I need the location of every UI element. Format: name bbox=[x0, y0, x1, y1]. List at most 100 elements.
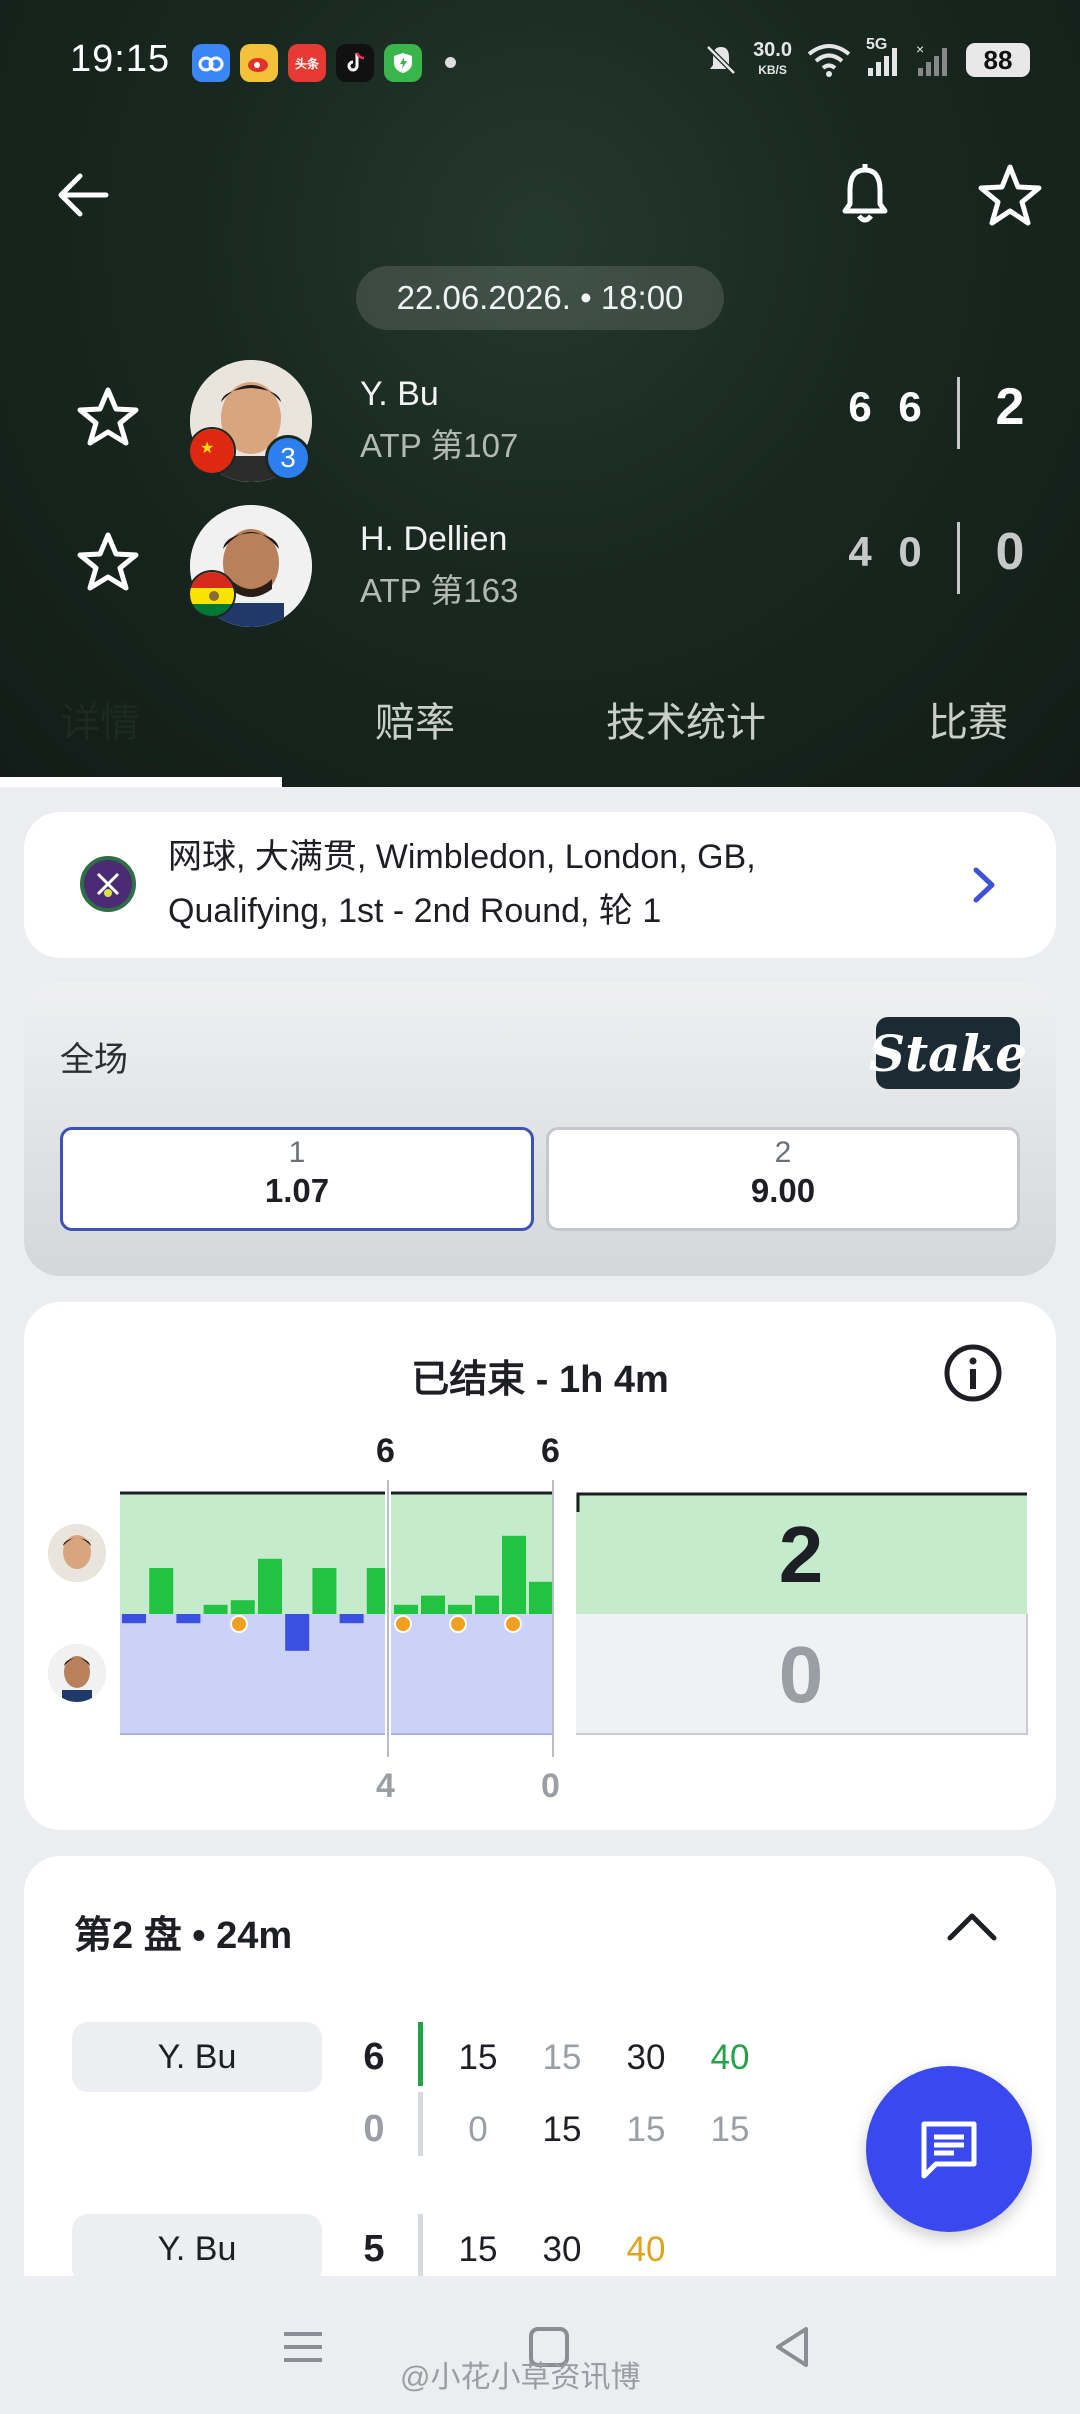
point-score: 15 bbox=[542, 2038, 582, 2077]
server-indicator-line bbox=[418, 2022, 423, 2086]
player2-mini-avatar bbox=[48, 1644, 106, 1702]
match-tabs: 详情 赔率 技术统计 比赛 bbox=[0, 672, 1080, 787]
break-ball-marker bbox=[394, 1615, 412, 1633]
server-name-pill: Y. Bu bbox=[72, 2022, 322, 2092]
status-time: 19:15 bbox=[70, 38, 171, 80]
network-speed-value: 30.0 bbox=[753, 39, 792, 61]
bolivia-flag-icon bbox=[188, 570, 236, 618]
weibo-app-icon bbox=[240, 44, 278, 82]
match-datetime: 22.06.2026. • 18:00 bbox=[356, 266, 724, 330]
player1-mini-avatar bbox=[48, 1524, 106, 1582]
point-score-game-win: 40 bbox=[710, 2038, 750, 2077]
set-score: 0 bbox=[898, 528, 922, 575]
signal-5g-icon: 5G bbox=[866, 36, 902, 78]
status-bar: 19:15 头条 30.0 KB/S 5G × 88 bbox=[0, 0, 1080, 120]
tiktok-app-icon bbox=[336, 44, 374, 82]
momentum-chart: 6 6 4 0 2 0 bbox=[120, 1432, 1028, 1805]
chevron-right-icon[interactable] bbox=[964, 860, 1004, 910]
player-name: H. Dellien bbox=[360, 520, 508, 558]
game-score: 0 bbox=[363, 2108, 385, 2150]
odds-option-label: 2 bbox=[774, 1136, 792, 1169]
momentum-bar bbox=[149, 1568, 174, 1614]
point-score: 15 bbox=[542, 2110, 582, 2149]
point-score: 30 bbox=[542, 2230, 582, 2269]
momentum-bar bbox=[394, 1604, 418, 1614]
more-notifications-dot bbox=[445, 57, 456, 68]
odds-option-player2[interactable]: 2 9.00 bbox=[546, 1127, 1020, 1231]
break-ball-marker bbox=[504, 1615, 522, 1633]
game-score: 5 bbox=[363, 2228, 385, 2270]
result-player1-sets: 2 bbox=[779, 1510, 824, 1599]
momentum-bar bbox=[421, 1595, 445, 1614]
tab-matches[interactable]: 比赛 bbox=[928, 690, 1008, 748]
odds-option-value: 1.07 bbox=[264, 1172, 330, 1209]
toutiao-app-icon: 头条 bbox=[288, 44, 326, 82]
break-ball-marker bbox=[449, 1615, 467, 1633]
odds-market-label: 全场 bbox=[60, 1041, 128, 1079]
set-score: 6 bbox=[898, 383, 922, 430]
receiver-line bbox=[418, 2214, 423, 2276]
tab-statistics[interactable]: 技术统计 bbox=[606, 690, 766, 748]
security-app-icon bbox=[384, 44, 422, 82]
set-title: 第2 盘 • 24m bbox=[74, 1915, 293, 1957]
chevron-up-icon[interactable] bbox=[944, 1906, 1000, 1946]
signal-sim2-icon: × bbox=[916, 42, 947, 76]
chat-icon bbox=[921, 2121, 977, 2179]
chat-fab-button[interactable] bbox=[866, 2066, 1032, 2232]
tab-odds[interactable]: 赔率 bbox=[375, 690, 455, 748]
set1-label-top: 6 bbox=[376, 1432, 395, 1470]
player2-momentum-area bbox=[120, 1614, 553, 1734]
point-score: 15 bbox=[626, 2110, 666, 2149]
network-speed: 30.0 KB/S bbox=[753, 40, 792, 80]
score-divider bbox=[957, 377, 960, 449]
mute-bell-icon bbox=[706, 45, 736, 75]
player-row-2[interactable]: H. Dellien ATP 第163 4 0 0 bbox=[0, 500, 1080, 630]
player-name: Y. Bu bbox=[360, 375, 439, 413]
odds-card: 全场 Stake 1 1.07 2 9.00 bbox=[24, 982, 1056, 1276]
momentum-bar bbox=[258, 1558, 282, 1614]
system-status-icons: 30.0 KB/S 5G × 88 bbox=[703, 36, 1030, 80]
tournament-line-1: 网球, 大满贯, Wimbledon, London, GB, bbox=[168, 838, 756, 876]
momentum-card: 已结束 - 1h 4m 6 6 4 0 2 0 bbox=[24, 1302, 1056, 1830]
odds-option-player1[interactable]: 1 1.07 bbox=[60, 1127, 534, 1231]
player-favorite-star-icon[interactable] bbox=[75, 530, 141, 596]
player-row-1[interactable]: ★ 3 Y. Bu ATP 第107 6 6 2 bbox=[0, 355, 1080, 485]
odds-option-value: 9.00 bbox=[750, 1172, 816, 1209]
back-arrow-icon[interactable] bbox=[50, 160, 120, 230]
notification-app-icons: 头条 bbox=[192, 44, 422, 82]
game-score: 6 bbox=[363, 2036, 385, 2078]
tournament-info: 网球, 大满贯, Wimbledon, London, GB, Qualifyi… bbox=[168, 830, 968, 938]
server-name-pill: Y. Bu bbox=[72, 2214, 322, 2276]
momentum-bar bbox=[448, 1604, 472, 1614]
momentum-bar bbox=[502, 1535, 526, 1614]
set2-label-top: 6 bbox=[541, 1432, 560, 1470]
momentum-bar bbox=[475, 1595, 499, 1614]
tab-details[interactable]: 详情 bbox=[60, 690, 140, 748]
odds-option-label: 1 bbox=[288, 1136, 306, 1169]
momentum-bar bbox=[529, 1581, 553, 1614]
back-triangle-icon[interactable] bbox=[766, 2320, 820, 2374]
notification-bell-icon[interactable] bbox=[835, 160, 895, 230]
momentum-bar bbox=[312, 1568, 337, 1614]
menu-icon[interactable] bbox=[276, 2320, 330, 2374]
momentum-bar bbox=[285, 1614, 310, 1651]
player-rank: ATP 第163 bbox=[360, 572, 519, 609]
favorite-star-icon[interactable] bbox=[975, 160, 1045, 230]
break-ball-marker bbox=[230, 1615, 248, 1633]
player-favorite-star-icon[interactable] bbox=[75, 385, 141, 451]
wifi-icon bbox=[807, 44, 851, 77]
point-score: 30 bbox=[626, 2038, 666, 2077]
point-score: 0 bbox=[468, 2110, 488, 2149]
point-score-game-point: 40 bbox=[626, 2230, 666, 2269]
stake-bookmaker-logo[interactable]: Stake bbox=[869, 1017, 1027, 1089]
tournament-card[interactable]: 网球, 大满贯, Wimbledon, London, GB, Qualifyi… bbox=[24, 812, 1056, 958]
momentum-bar bbox=[122, 1614, 146, 1624]
svg-text:★: ★ bbox=[200, 440, 214, 457]
point-score: 15 bbox=[710, 2110, 750, 2149]
result-player2-sets: 0 bbox=[779, 1630, 824, 1719]
set2-label-bottom: 0 bbox=[541, 1767, 560, 1805]
point-score: 15 bbox=[458, 2038, 498, 2077]
active-tab-indicator bbox=[0, 777, 282, 787]
momentum-bar bbox=[230, 1600, 255, 1614]
total-sets-score: 0 bbox=[995, 523, 1025, 581]
